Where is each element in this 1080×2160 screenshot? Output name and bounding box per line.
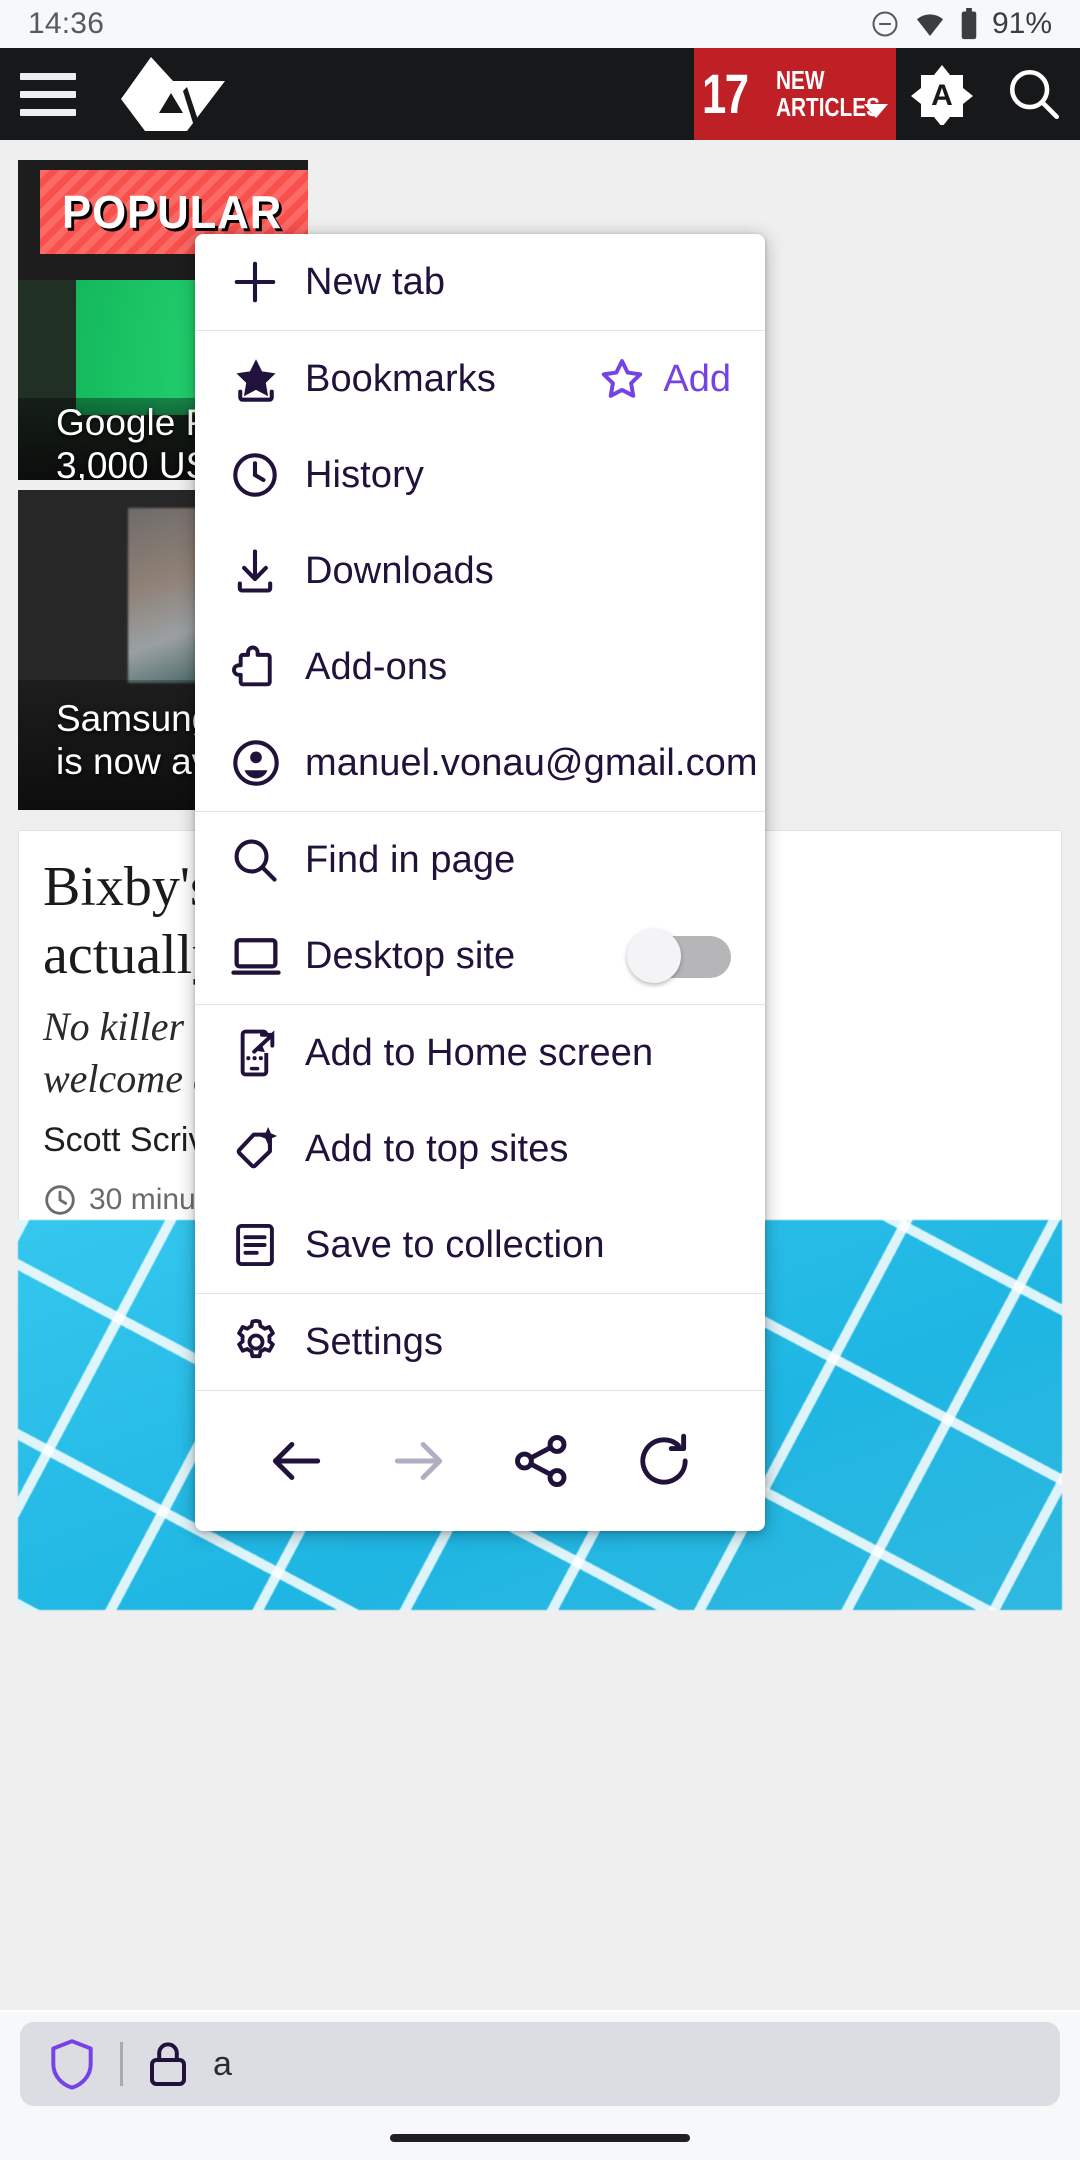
battery-percent: 91%	[991, 7, 1052, 40]
download-icon	[229, 545, 305, 597]
menu-item-find-in-page-label: Find in page	[305, 838, 516, 881]
menu-item-settings[interactable]: Settings	[195, 1294, 765, 1390]
new-articles-button[interactable]: 17 NEW ARTICLES	[694, 48, 896, 140]
menu-item-bookmarks[interactable]: Bookmarks Add	[195, 331, 765, 427]
menu-item-settings-label: Settings	[305, 1320, 444, 1363]
browser-menu-popup: New tab Bookmarks Add History Downloads …	[195, 234, 765, 1531]
status-clock: 14:36	[28, 7, 105, 40]
toggle-thumb	[627, 929, 681, 983]
new-articles-count: 17	[702, 62, 749, 125]
android-police-logo[interactable]	[114, 48, 234, 140]
forward-icon[interactable]	[371, 1413, 467, 1509]
url-bar-separator	[120, 2042, 123, 2086]
menu-item-add-to-home-screen-label: Add to Home screen	[305, 1031, 654, 1074]
menu-item-new-tab[interactable]: New tab	[195, 234, 765, 330]
star-filled-icon	[229, 352, 305, 406]
new-articles-line2: ARTICLES	[776, 92, 880, 122]
collection-icon	[229, 1219, 305, 1271]
popular-label: POPULAR	[62, 186, 283, 238]
app-bar: 17 NEW ARTICLES A	[0, 48, 1080, 140]
desktop-icon	[229, 929, 305, 983]
puzzle-icon	[229, 641, 305, 693]
app-bar-spacer	[234, 48, 694, 140]
status-bar: 14:36 91%	[0, 0, 1080, 48]
account-badge-letter: A	[931, 79, 953, 112]
menu-item-add-to-top-sites[interactable]: Add to top sites	[195, 1101, 765, 1197]
plus-icon	[229, 256, 305, 308]
bookmark-add-button[interactable]: Add	[597, 354, 731, 404]
status-indicators: 91%	[870, 7, 1052, 41]
menu-item-desktop-site[interactable]: Desktop site	[195, 908, 765, 1004]
new-articles-labels: NEW ARTICLES	[776, 64, 880, 122]
url-text: a	[213, 2044, 232, 2083]
account-badge-button[interactable]: A	[896, 48, 988, 140]
search-icon[interactable]	[988, 48, 1080, 140]
gesture-pill	[390, 2134, 690, 2142]
menu-item-history[interactable]: History	[195, 427, 765, 523]
menu-item-downloads-label: Downloads	[305, 549, 494, 592]
add-to-home-icon	[229, 1027, 305, 1079]
menu-item-save-to-collection-label: Save to collection	[305, 1223, 605, 1266]
menu-item-add-ons[interactable]: Add-ons	[195, 619, 765, 715]
system-gesture-bar	[0, 2116, 1080, 2160]
menu-item-save-to-collection[interactable]: Save to collection	[195, 1197, 765, 1293]
menu-item-history-label: History	[305, 453, 424, 496]
desktop-site-toggle[interactable]	[627, 929, 731, 983]
url-bar[interactable]: a	[20, 2022, 1060, 2106]
hamburger-icon[interactable]	[0, 72, 96, 116]
menu-item-downloads[interactable]: Downloads	[195, 523, 765, 619]
screen: 14:36 91% 17 NEW ARTICLES A POPULAR Goog…	[0, 0, 1080, 2160]
menu-item-add-to-top-sites-label: Add to top sites	[305, 1127, 569, 1170]
clock-icon	[45, 1185, 75, 1215]
menu-item-bookmarks-label: Bookmarks	[305, 357, 496, 400]
menu-item-find-in-page[interactable]: Find in page	[195, 812, 765, 908]
dnd-icon	[872, 11, 898, 37]
shield-icon[interactable]	[46, 2037, 98, 2091]
menu-item-add-ons-label: Add-ons	[305, 645, 448, 688]
app-bar-left	[0, 48, 234, 140]
menu-item-new-tab-label: New tab	[305, 260, 446, 303]
search-icon	[229, 834, 305, 886]
share-icon[interactable]	[493, 1413, 589, 1509]
battery-icon	[961, 8, 977, 40]
clock-icon	[229, 449, 305, 501]
gear-icon	[229, 1315, 305, 1369]
menu-item-account[interactable]: manuel.vonau@gmail.com	[195, 715, 765, 811]
add-top-sites-icon	[229, 1122, 305, 1176]
bookmark-add-label: Add	[663, 357, 731, 400]
browser-toolbar: a	[0, 2012, 1080, 2116]
menu-item-account-label: manuel.vonau@gmail.com	[305, 741, 758, 784]
star-outline-icon	[602, 359, 643, 398]
menu-item-desktop-site-label: Desktop site	[305, 934, 516, 977]
new-articles-line1: NEW	[776, 64, 825, 95]
lock-icon[interactable]	[145, 2038, 191, 2090]
reload-icon[interactable]	[616, 1413, 712, 1509]
menu-navigation-row	[195, 1391, 765, 1531]
menu-item-add-to-home-screen[interactable]: Add to Home screen	[195, 1005, 765, 1101]
account-icon	[229, 736, 305, 790]
back-icon[interactable]	[248, 1413, 344, 1509]
wifi-icon	[916, 14, 944, 36]
